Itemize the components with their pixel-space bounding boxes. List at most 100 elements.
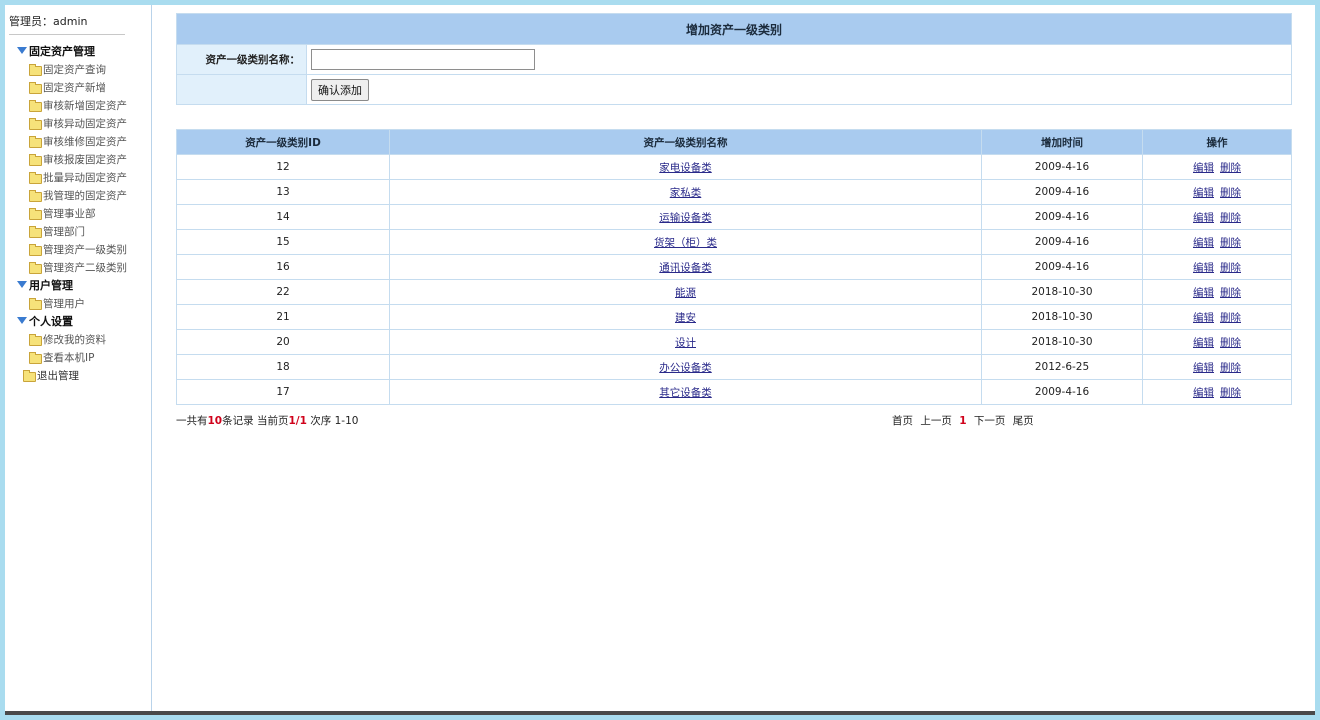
- folder-icon: [29, 100, 42, 112]
- table-row: 16 通讯设备类 2009-4-16 编辑 删除: [176, 254, 1292, 280]
- table-row: 21 建安 2018-10-30 编辑 删除: [176, 304, 1292, 330]
- category-name-link[interactable]: 能源: [675, 287, 696, 299]
- nav-item[interactable]: 管理部门: [5, 223, 151, 241]
- nav-item[interactable]: 批量异动固定资产: [5, 169, 151, 187]
- table-row: 12 家电设备类 2009-4-16 编辑 删除: [176, 154, 1292, 180]
- nav-group-0[interactable]: 固定资产管理: [5, 43, 151, 61]
- folder-icon: [29, 190, 42, 202]
- bottom-bar: [5, 711, 1315, 715]
- category-name-link[interactable]: 设计: [675, 337, 696, 349]
- cell-id: 20: [176, 329, 390, 355]
- nav-group-label: 固定资产管理: [29, 45, 95, 58]
- edit-link[interactable]: 编辑: [1193, 162, 1214, 174]
- nav-item[interactable]: 查看本机IP: [5, 349, 151, 367]
- cell-date: 2009-4-16: [981, 204, 1143, 230]
- edit-link[interactable]: 编辑: [1193, 212, 1214, 224]
- cell-date: 2012-6-25: [981, 354, 1143, 380]
- nav-item[interactable]: 审核维修固定资产: [5, 133, 151, 151]
- cell-date: 2018-10-30: [981, 279, 1143, 305]
- nav-item[interactable]: 管理资产一级类别: [5, 241, 151, 259]
- nav-item-label: 管理资产一级类别: [43, 244, 127, 256]
- edit-link[interactable]: 编辑: [1193, 337, 1214, 349]
- category-name-link[interactable]: 其它设备类: [659, 387, 712, 399]
- category-name-link[interactable]: 家电设备类: [659, 162, 712, 174]
- nav-item[interactable]: 固定资产新增: [5, 79, 151, 97]
- nav-item[interactable]: 固定资产查询: [5, 61, 151, 79]
- nav-item[interactable]: 审核报废固定资产: [5, 151, 151, 169]
- folder-icon: [29, 64, 42, 76]
- next-page-link[interactable]: 下一页: [974, 415, 1006, 427]
- edit-link[interactable]: 编辑: [1193, 287, 1214, 299]
- delete-link[interactable]: 删除: [1220, 312, 1241, 324]
- cell-date: 2009-4-16: [981, 154, 1143, 180]
- confirm-add-button[interactable]: 确认添加: [311, 78, 369, 101]
- category-name-input[interactable]: [311, 49, 535, 70]
- cell-id: 16: [176, 254, 390, 280]
- admin-label: 管理员：admin: [9, 14, 125, 35]
- folder-icon: [29, 244, 42, 256]
- table-row: 17 其它设备类 2009-4-16 编辑 删除: [176, 379, 1292, 405]
- nav-item-logout[interactable]: 退出管理: [5, 367, 151, 385]
- folder-icon: [29, 118, 42, 130]
- folder-icon: [29, 262, 42, 274]
- header-id: 资产一级类别ID: [176, 129, 390, 155]
- folder-icon: [29, 136, 42, 148]
- edit-link[interactable]: 编辑: [1193, 362, 1214, 374]
- folder-icon: [29, 208, 42, 220]
- header-date: 增加时间: [981, 129, 1143, 155]
- delete-link[interactable]: 删除: [1220, 362, 1241, 374]
- edit-link[interactable]: 编辑: [1193, 387, 1214, 399]
- nav-item[interactable]: 修改我的资料: [5, 331, 151, 349]
- delete-link[interactable]: 删除: [1220, 237, 1241, 249]
- logout-label: 退出管理: [37, 370, 79, 382]
- nav-item[interactable]: 管理用户: [5, 295, 151, 313]
- category-name-link[interactable]: 货架（柜）类: [654, 237, 717, 249]
- nav-group-1[interactable]: 用户管理: [5, 277, 151, 295]
- page-number: 1: [959, 415, 967, 427]
- folder-icon: [23, 370, 36, 382]
- nav-item[interactable]: 审核新增固定资产: [5, 97, 151, 115]
- delete-link[interactable]: 删除: [1220, 337, 1241, 349]
- expand-triangle-icon: [17, 281, 27, 288]
- nav-item[interactable]: 管理资产二级类别: [5, 259, 151, 277]
- nav-item[interactable]: 审核异动固定资产: [5, 115, 151, 133]
- nav-item-label: 固定资产新增: [43, 82, 106, 94]
- edit-link[interactable]: 编辑: [1193, 237, 1214, 249]
- edit-link[interactable]: 编辑: [1193, 312, 1214, 324]
- cell-id: 15: [176, 229, 390, 255]
- folder-icon: [29, 352, 42, 364]
- nav-group-label: 用户管理: [29, 279, 73, 292]
- cell-date: 2009-4-16: [981, 254, 1143, 280]
- expand-triangle-icon: [17, 47, 27, 54]
- delete-link[interactable]: 删除: [1220, 262, 1241, 274]
- delete-link[interactable]: 删除: [1220, 287, 1241, 299]
- prev-page-link[interactable]: 上一页: [920, 415, 952, 427]
- delete-link[interactable]: 删除: [1220, 212, 1241, 224]
- nav-item[interactable]: 管理事业部: [5, 205, 151, 223]
- category-name-link[interactable]: 通讯设备类: [659, 262, 712, 274]
- nav-item[interactable]: 我管理的固定资产: [5, 187, 151, 205]
- folder-icon: [29, 172, 42, 184]
- first-page-link[interactable]: 首页: [892, 415, 913, 427]
- delete-link[interactable]: 删除: [1220, 187, 1241, 199]
- nav-item-label: 修改我的资料: [43, 334, 106, 346]
- delete-link[interactable]: 删除: [1220, 162, 1241, 174]
- folder-icon: [29, 226, 42, 238]
- last-page-link[interactable]: 尾页: [1013, 415, 1034, 427]
- category-name-link[interactable]: 家私类: [670, 187, 702, 199]
- delete-link[interactable]: 删除: [1220, 387, 1241, 399]
- nav-group-2[interactable]: 个人设置: [5, 313, 151, 331]
- category-name-link[interactable]: 运输设备类: [659, 212, 712, 224]
- edit-link[interactable]: 编辑: [1193, 262, 1214, 274]
- table-row: 13 家私类 2009-4-16 编辑 删除: [176, 179, 1292, 205]
- folder-icon: [29, 334, 42, 346]
- edit-link[interactable]: 编辑: [1193, 187, 1214, 199]
- cell-id: 18: [176, 354, 390, 380]
- field-label: 资产一级类别名称：: [176, 44, 307, 75]
- cell-date: 2018-10-30: [981, 329, 1143, 355]
- cell-date: 2009-4-16: [981, 379, 1143, 405]
- category-name-link[interactable]: 办公设备类: [659, 362, 712, 374]
- nav-tree: 固定资产管理固定资产查询固定资产新增审核新增固定资产 审核异动固定资产 审核维修固定…: [5, 43, 151, 385]
- category-name-link[interactable]: 建安: [675, 312, 696, 324]
- app-frame: 管理员：admin 固定资产管理固定资产查询固定资产新增审核新增固定资产 审核异动…: [5, 5, 1315, 711]
